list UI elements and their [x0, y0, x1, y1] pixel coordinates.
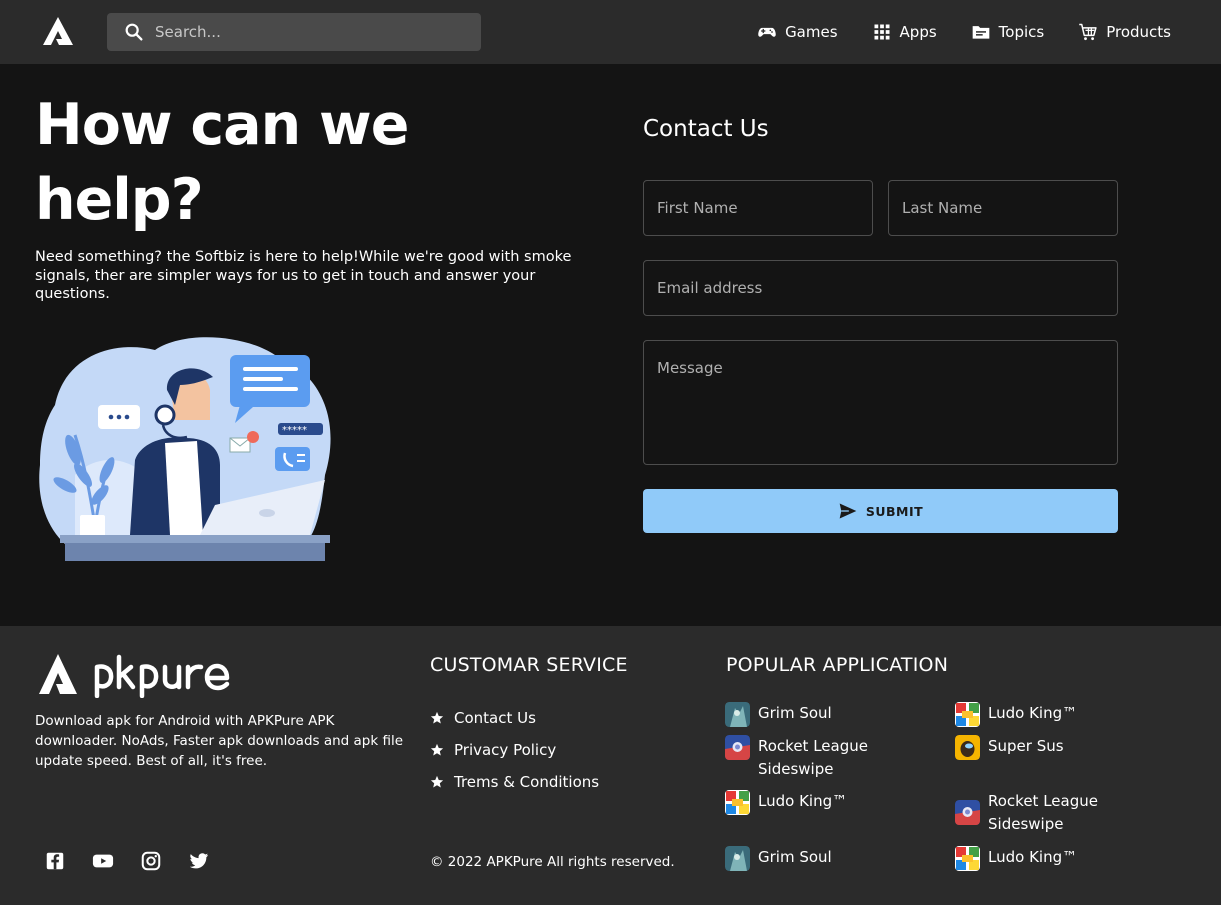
popular-app-label: Ludo King™: [988, 848, 1078, 866]
customer-service-links: Contact Us Privacy Policy Trems & Condit…: [430, 702, 599, 798]
super-sus-icon: [955, 735, 980, 760]
popular-app-grim-soul[interactable]: Grim Soul: [725, 846, 940, 871]
footer-link-contact-us[interactable]: Contact Us: [430, 702, 599, 734]
rocket-league-icon: [955, 800, 980, 825]
message-field[interactable]: [643, 340, 1118, 465]
nav-item-label: Topics: [998, 23, 1045, 41]
svg-text:*****: *****: [282, 425, 307, 436]
message-input[interactable]: [644, 341, 1117, 464]
first-name-field[interactable]: [643, 180, 873, 236]
grim-soul-icon: [725, 846, 750, 871]
footer-link-privacy-policy[interactable]: Privacy Policy: [430, 734, 599, 766]
popular-app-ludo-king[interactable]: Ludo King™: [955, 846, 1170, 871]
hero-title: How can we help?: [35, 92, 409, 233]
email-input[interactable]: [644, 261, 1117, 315]
grim-soul-icon: [725, 702, 750, 727]
submit-label: SUBMIT: [865, 503, 924, 519]
send-icon: [839, 503, 857, 519]
grid-icon: [874, 24, 890, 40]
hero-description: Need something? the Softbiz is here to h…: [35, 249, 572, 302]
popular-app-label: Ludo King™: [758, 792, 848, 810]
submit-button[interactable]: SUBMIT: [643, 489, 1118, 533]
twitter-icon[interactable]: [188, 850, 210, 872]
popular-app-super-sus[interactable]: Super Sus: [955, 735, 1170, 760]
contact-title: Contact Us: [643, 116, 769, 142]
footer: Download apk for Android with APKPure AP…: [0, 626, 1221, 905]
folder-icon: [972, 26, 990, 39]
popular-application-title: POPULAR APPLICATION: [726, 654, 949, 676]
search-icon: [125, 23, 143, 41]
apkpure-logo-icon[interactable]: [40, 14, 76, 50]
ludo-king-icon: [955, 702, 980, 727]
popular-app-grim-soul[interactable]: Grim Soul: [725, 702, 940, 727]
ludo-king-icon: [955, 846, 980, 871]
nav-item-label: Apps: [899, 23, 937, 41]
star-icon: [430, 775, 444, 788]
nav-item-label: Games: [785, 23, 838, 41]
social-links: [44, 850, 210, 872]
nav-item-apps[interactable]: Apps: [872, 22, 937, 42]
popular-app-label: Rocket League Sideswipe: [758, 737, 868, 778]
search-input[interactable]: [155, 23, 455, 41]
footer-link-terms-conditions[interactable]: Trems & Conditions: [430, 766, 599, 798]
gamepad-icon: [758, 27, 776, 37]
popular-app-ludo-king[interactable]: Ludo King™: [725, 790, 940, 815]
star-icon: [430, 743, 444, 756]
nav-item-topics[interactable]: Topics: [971, 22, 1045, 42]
star-icon: [430, 711, 444, 724]
footer-link-label: Privacy Policy: [454, 741, 557, 759]
top-navbar: Games Apps Topics: [0, 0, 1221, 64]
customer-service-title: CUSTOMAR SERVICE: [430, 654, 628, 676]
popular-app-label: Rocket League Sideswipe: [988, 792, 1098, 833]
footer-description: Download apk for Android with APKPure AP…: [35, 713, 404, 769]
search-bar[interactable]: [107, 13, 481, 51]
copyright: © 2022 APKPure All rights reserved.: [430, 854, 675, 870]
rocket-league-icon: [725, 735, 750, 760]
facebook-icon[interactable]: [44, 850, 66, 872]
popular-app-ludo-king[interactable]: Ludo King™: [955, 702, 1170, 727]
footer-link-label: Contact Us: [454, 709, 536, 727]
nav-item-games[interactable]: Games: [757, 22, 838, 42]
popular-app-label: Grim Soul: [758, 848, 832, 866]
email-field[interactable]: [643, 260, 1118, 316]
footer-link-label: Trems & Conditions: [454, 773, 600, 791]
main-nav: Games Apps Topics Products: [757, 0, 1171, 64]
last-name-input[interactable]: [889, 181, 1117, 235]
last-name-field[interactable]: [888, 180, 1118, 236]
popular-app-label: Super Sus: [988, 737, 1064, 755]
ludo-king-icon: [725, 790, 750, 815]
cart-icon: [1079, 23, 1097, 41]
popular-app-label: Grim Soul: [758, 704, 832, 722]
instagram-icon[interactable]: [140, 850, 162, 872]
nav-item-products[interactable]: Products: [1078, 22, 1171, 42]
popular-app-rocket-league[interactable]: Rocket League Sideswipe: [725, 735, 895, 781]
support-agent-illustration: *****: [39, 337, 331, 561]
apkpure-wordmark-logo[interactable]: [38, 653, 248, 698]
popular-app-label: Ludo King™: [988, 704, 1078, 722]
popular-app-rocket-league[interactable]: Rocket League Sideswipe: [955, 790, 1125, 836]
nav-item-label: Products: [1106, 23, 1171, 41]
youtube-icon[interactable]: [92, 850, 114, 872]
first-name-input[interactable]: [644, 181, 872, 235]
